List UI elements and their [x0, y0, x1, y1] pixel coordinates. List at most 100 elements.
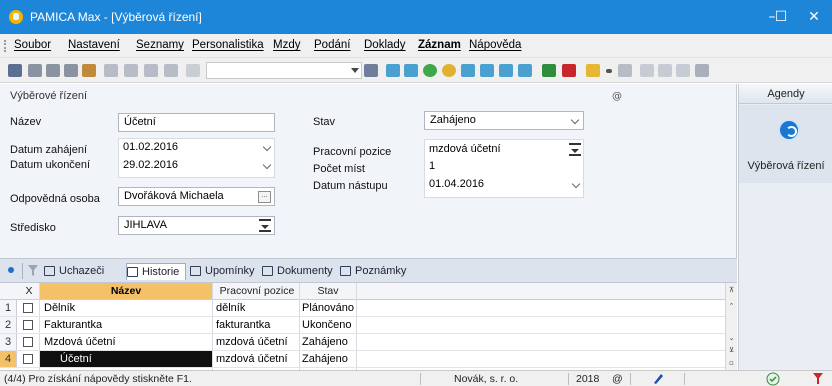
scroll-up-icon[interactable]: ⌃	[727, 301, 736, 311]
row-checkbox[interactable]	[23, 303, 33, 313]
toolbar-person-icon[interactable]	[423, 64, 437, 77]
status-divider	[684, 373, 685, 385]
center-value: JIHLAVA	[124, 219, 167, 231]
applicants-icon	[44, 266, 55, 276]
chevron-down-icon[interactable]	[571, 179, 581, 189]
col-x-header[interactable]: X	[22, 285, 36, 297]
cell-position: fakturantka	[216, 319, 271, 331]
flag-icon[interactable]	[812, 372, 824, 385]
picker-icon[interactable]	[569, 143, 581, 156]
tab-historie[interactable]: Historie	[126, 263, 186, 280]
start-date-field[interactable]: 01.04.2016	[424, 176, 584, 195]
toolbar-filter-red-icon[interactable]	[562, 64, 576, 77]
toolbar-next-icon[interactable]	[461, 64, 475, 77]
toolbar-filter-clear-icon[interactable]	[364, 64, 378, 77]
center-field[interactable]: JIHLAVA	[118, 216, 275, 235]
toolbar-cut-icon[interactable]	[164, 64, 178, 77]
toolbar-copy-icon[interactable]	[28, 64, 42, 77]
form-marker: @	[612, 91, 622, 102]
status-company: Novák, s. r. o.	[454, 373, 519, 385]
menu-mzdy[interactable]: Mzdy	[273, 39, 300, 51]
scroll-down-icon[interactable]: ⌄	[727, 333, 736, 343]
toolbar-table-icon[interactable]	[518, 64, 532, 77]
menu-podani[interactable]: Podání	[314, 39, 350, 51]
table-row[interactable]: 2 Fakturantka fakturantka Ukončeno	[0, 317, 725, 334]
toolbar-filter-icon[interactable]	[542, 64, 556, 77]
cell-name: Dělník	[44, 302, 76, 314]
toolbar-folder-icon[interactable]	[586, 64, 600, 77]
scroll-top-icon[interactable]: ⊼	[727, 285, 736, 295]
menu-nastaveni[interactable]: Nastavení	[68, 39, 120, 51]
toolbar-prev-icon[interactable]	[404, 64, 418, 77]
table-row[interactable]: 3 Mzdová účetní mzdová účetní Zahájeno	[0, 334, 725, 351]
agenda-item-vyberova-rizeni[interactable]: Výběrová řízení	[739, 105, 832, 183]
name-field[interactable]: Účetní	[118, 113, 275, 132]
responsible-field[interactable]: Dvořáková Michaela …	[118, 187, 275, 206]
status-divider	[568, 373, 569, 385]
toolbar-star-icon[interactable]	[442, 64, 456, 77]
col-status-header[interactable]: Stav	[300, 285, 356, 297]
date-end-field[interactable]: 29.02.2016	[118, 157, 275, 176]
menu-soubor[interactable]: Soubor	[14, 39, 51, 51]
center-label: Středisko	[10, 222, 56, 234]
toolbar-folder-dropdown-icon[interactable]	[606, 69, 612, 73]
scroll-end-icon[interactable]: ▫	[727, 358, 736, 368]
toolbar-paste-icon[interactable]	[186, 64, 200, 77]
col-position-header[interactable]: Pracovní pozice	[214, 285, 300, 297]
toolbar-window3-icon[interactable]	[676, 64, 690, 77]
toolbar-first-icon[interactable]	[386, 64, 400, 77]
toolbar-last-icon[interactable]	[480, 64, 494, 77]
grid-scrollbar[interactable]: ⊼ ⌃ ⌄ ⊻ ▫	[725, 283, 737, 370]
toolbar-preview-icon[interactable]	[64, 64, 78, 77]
row-checkbox[interactable]	[23, 320, 33, 330]
chevron-down-icon	[570, 115, 580, 125]
date-start-field[interactable]: 01.02.2016	[118, 139, 275, 158]
toolbar-combo[interactable]	[206, 62, 362, 79]
row-checkbox[interactable]	[23, 337, 33, 347]
agendy-header: Agendy	[739, 84, 832, 104]
scroll-bottom-icon[interactable]: ⊻	[727, 345, 736, 355]
cell-name: Účetní	[60, 353, 92, 365]
status-record: (4/4) Pro získání nápovědy stiskněte F1.	[4, 373, 192, 385]
close-button[interactable]: ✕	[796, 0, 832, 34]
toolbar-grid-icon[interactable]	[499, 64, 513, 77]
col-name-header[interactable]: Název	[40, 283, 212, 299]
agendy-panel: Agendy Výběrová řízení	[738, 84, 832, 370]
chevron-down-icon[interactable]	[262, 142, 272, 152]
toolbar-calc-icon[interactable]	[618, 64, 632, 77]
table-row-selected[interactable]: 4 Účetní mzdová účetní Zahájeno	[0, 351, 725, 368]
tab-dokumenty[interactable]: Dokumenty	[262, 263, 336, 280]
chevron-down-icon[interactable]	[262, 160, 272, 170]
status-at: @	[612, 373, 623, 385]
filter-icon[interactable]	[28, 265, 38, 276]
menu-napoveda[interactable]: Nápověda	[469, 39, 521, 51]
tab-poznamky[interactable]: Poznámky	[340, 263, 410, 280]
toolbar-print-icon[interactable]	[46, 64, 60, 77]
toolbar-help-icon[interactable]	[695, 64, 709, 77]
places-field[interactable]: 1	[424, 158, 584, 177]
menu-zaznam[interactable]: Záznam	[418, 39, 461, 51]
maximize-button[interactable]: ☐	[766, 0, 796, 34]
name-value: Účetní	[124, 116, 156, 128]
menu-seznamy[interactable]: Seznamy	[136, 39, 184, 51]
toolbar-new-icon[interactable]	[104, 64, 118, 77]
tab-upominky[interactable]: Upomínky	[190, 263, 258, 280]
menu-doklady[interactable]: Doklady	[364, 39, 406, 51]
row-number: 3	[0, 334, 17, 350]
toolbar-home-icon[interactable]	[8, 64, 22, 77]
ellipsis-icon[interactable]: …	[258, 191, 271, 203]
table-row[interactable]: 1 Dělník dělník Plánováno	[0, 300, 725, 317]
row-checkbox[interactable]	[23, 354, 33, 364]
toolbar-save-icon[interactable]	[124, 64, 138, 77]
tab-uchazeci[interactable]: Uchazeči	[44, 263, 122, 280]
cell-status: Zahájeno	[302, 353, 348, 365]
check-icon[interactable]	[766, 372, 780, 386]
status-select[interactable]: Zahájeno	[424, 111, 584, 130]
toolbar-window2-icon[interactable]	[658, 64, 672, 77]
toolbar-export-icon[interactable]	[82, 64, 96, 77]
toolbar-window-icon[interactable]	[640, 64, 654, 77]
toolbar-save-as-icon[interactable]	[144, 64, 158, 77]
tab-uchazeci-label: Uchazeči	[59, 265, 105, 277]
picker-icon[interactable]	[259, 219, 271, 232]
menu-personalistika[interactable]: Personalistika	[192, 39, 264, 51]
